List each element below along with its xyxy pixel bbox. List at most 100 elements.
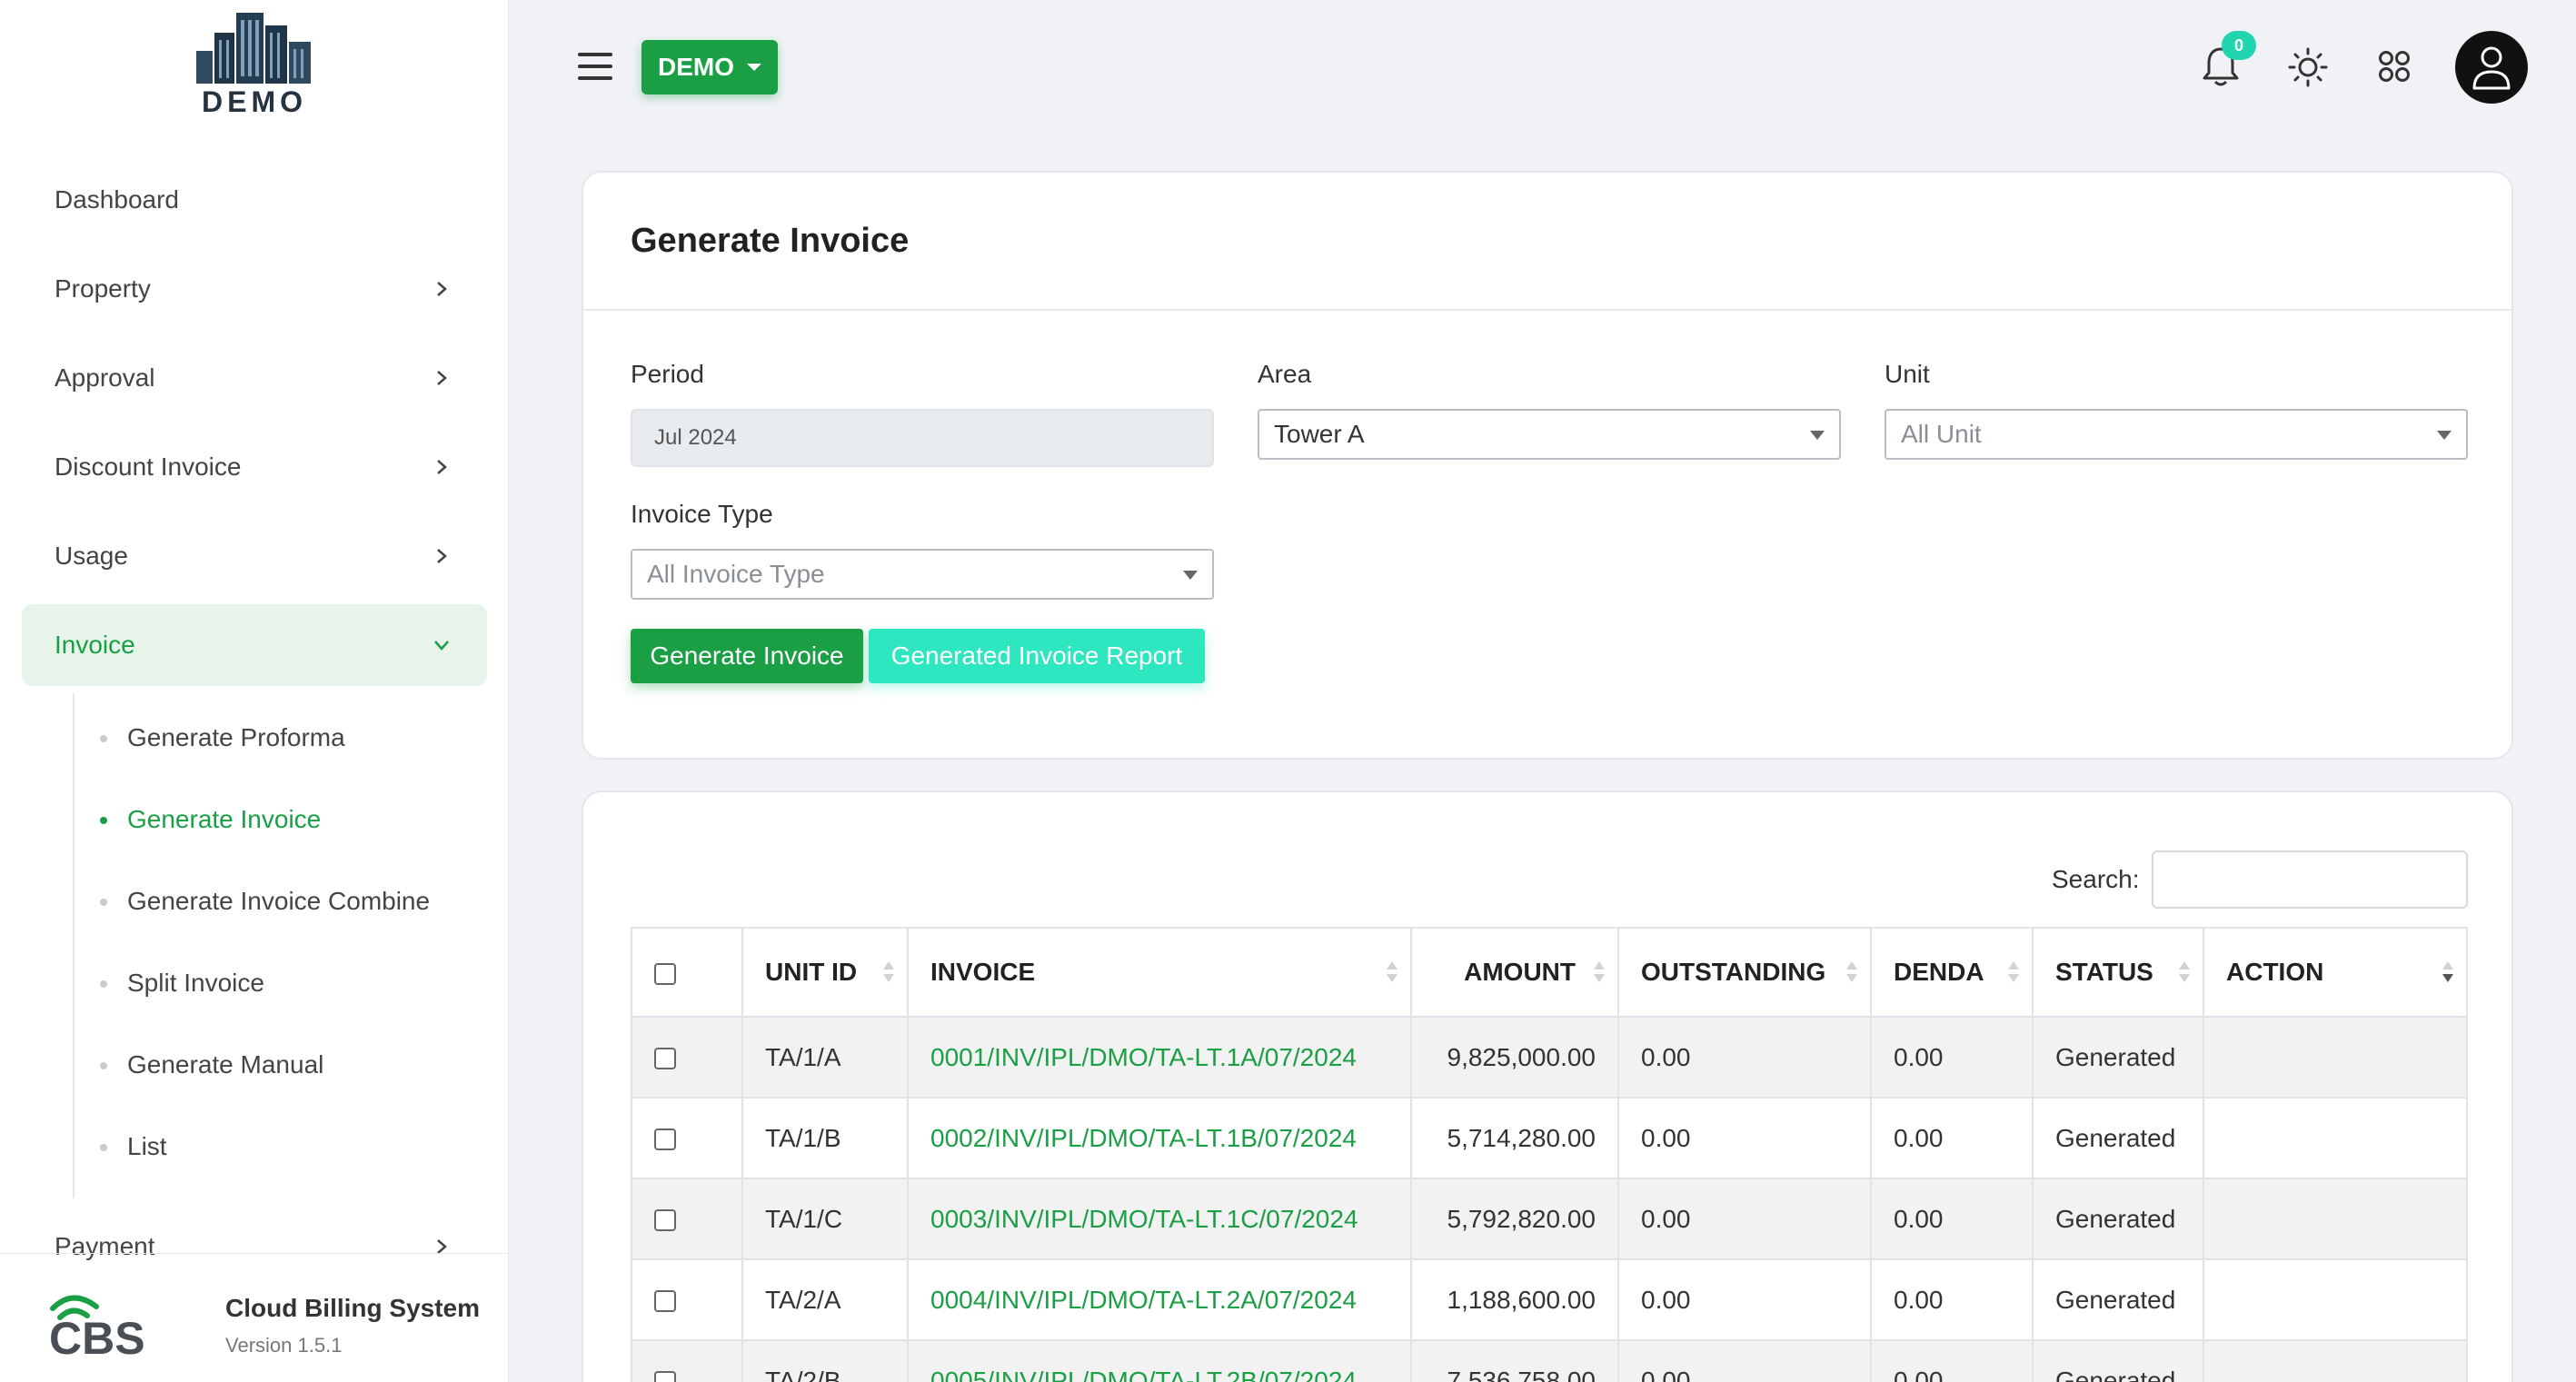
row-checkbox[interactable] [654,1128,676,1151]
sidebar-item-approval[interactable]: Approval [22,337,487,419]
svg-text:CBS: CBS [49,1313,145,1357]
generated-invoice-report-button[interactable]: Generated Invoice Report [869,629,1205,683]
submenu-item-generate-proforma[interactable]: Generate Proforma [75,697,487,779]
column-header-action[interactable]: ACTION [2203,927,2468,1018]
sidebar-item-invoice[interactable]: Invoice [22,604,487,686]
area-select[interactable]: Tower A [1258,409,1841,460]
unit-id-cell: TA/2/A [741,1258,909,1341]
sort-desc-icon [2442,961,2453,987]
submenu-item-list[interactable]: List [75,1106,487,1188]
row-checkbox[interactable] [654,1290,676,1313]
bullet-icon [100,899,107,906]
chevron-right-icon [429,365,454,391]
invoice-table-card: Search: UNIT ID INVOICE AMOUNT OUTSTANDI… [582,790,2513,1382]
column-header-unit-id[interactable]: UNIT ID [741,927,909,1018]
card-divider [583,309,2511,311]
sidebar-item-discount-invoice[interactable]: Discount Invoice [22,426,487,508]
sidebar-item-label: Discount Invoice [55,452,242,481]
column-header-label: AMOUNT [1464,958,1576,986]
company-dropdown-label: DEMO [658,53,734,81]
app-version: Version 1.5.1 [225,1334,343,1357]
submenu-item-split-invoice[interactable]: Split Invoice [75,942,487,1024]
sidebar-footer: CBS Cloud Billing System Version 1.5.1 [0,1253,509,1382]
invoice-type-select-value: All Invoice Type [647,560,825,588]
apps-grid-icon[interactable] [2377,49,2412,84]
brand-logo[interactable]: DEMO [182,9,327,127]
status-cell: Generated [2032,1097,2204,1179]
unit-id-cell: TA/1/A [741,1016,909,1099]
sidebar-menu: Dashboard Property Approval Discount Inv… [22,159,487,1295]
caret-down-icon [747,64,761,71]
notification-badge: 0 [2222,31,2256,60]
unit-select[interactable]: All Unit [1885,409,2468,460]
invoice-link[interactable]: 0005/INV/IPL/DMO/TA-LT.2B/07/2024 [930,1367,1357,1382]
invoice-submenu: Generate Proforma Generate Invoice Gener… [73,693,487,1198]
submenu-item-label: Split Invoice [127,969,264,997]
period-input[interactable]: Jul 2024 [631,409,1214,467]
row-checkbox[interactable] [654,1048,676,1070]
search-input[interactable] [2152,850,2468,909]
sidebar-item-dashboard[interactable]: Dashboard [22,159,487,241]
sort-icon [2179,961,2190,987]
sidebar-item-usage[interactable]: Usage [22,515,487,597]
column-header-label: STATUS [2055,958,2153,986]
invoice-table: UNIT ID INVOICE AMOUNT OUTSTANDING DENDA… [631,927,2468,1382]
amount-cell: 5,792,820.00 [1410,1178,1619,1260]
submenu-item-label: Generate Manual [127,1050,324,1079]
sort-icon [1594,961,1605,987]
action-cell [2203,1339,2468,1382]
amount-cell: 7,536,758.00 [1410,1339,1619,1382]
table-row: TA/1/B 0002/INV/IPL/DMO/TA-LT.1B/07/2024… [631,1097,2468,1179]
unit-select-value: All Unit [1901,420,1982,448]
chevron-right-icon [429,276,454,302]
action-cell [2203,1097,2468,1179]
sort-icon [1387,961,1397,987]
column-header-status[interactable]: STATUS [2032,927,2204,1018]
table-header-row: UNIT ID INVOICE AMOUNT OUTSTANDING DENDA… [631,927,2468,1018]
column-header-label: INVOICE [930,958,1036,986]
submenu-item-generate-invoice[interactable]: Generate Invoice [75,779,487,860]
search-label: Search: [2052,865,2140,893]
theme-toggle-sun-icon[interactable] [2288,47,2328,87]
table-row: TA/2/B 0005/INV/IPL/DMO/TA-LT.2B/07/2024… [631,1339,2468,1382]
column-header-outstanding[interactable]: OUTSTANDING [1617,927,1872,1018]
submenu-item-generate-manual[interactable]: Generate Manual [75,1024,487,1106]
bullet-icon [100,1062,107,1069]
generate-invoice-button[interactable]: Generate Invoice [631,629,863,683]
amount-cell: 5,714,280.00 [1410,1097,1619,1179]
invoice-type-select[interactable]: All Invoice Type [631,549,1214,600]
submenu-item-generate-invoice-combine[interactable]: Generate Invoice Combine [75,860,487,942]
row-checkbox[interactable] [654,1371,676,1382]
denda-cell: 0.00 [1870,1258,2034,1341]
outstanding-cell: 0.00 [1617,1339,1872,1382]
user-avatar[interactable] [2455,31,2528,104]
unit-id-cell: TA/1/C [741,1178,909,1260]
hamburger-menu-icon[interactable] [578,53,612,80]
period-label: Period [631,360,704,388]
app-name: Cloud Billing System [225,1294,481,1322]
submenu-item-label: Generate Invoice [127,805,322,833]
sort-icon [1846,961,1857,987]
company-dropdown-button[interactable]: DEMO [642,40,778,94]
invoice-link[interactable]: 0002/INV/IPL/DMO/TA-LT.1B/07/2024 [930,1124,1357,1152]
invoice-link[interactable]: 0003/INV/IPL/DMO/TA-LT.1C/07/2024 [930,1205,1358,1233]
sidebar-item-label: Invoice [55,631,135,659]
column-header-denda[interactable]: DENDA [1870,927,2034,1018]
generate-invoice-card: Generate Invoice Period Jul 2024 Area To… [582,171,2513,760]
invoice-link[interactable]: 0001/INV/IPL/DMO/TA-LT.1A/07/2024 [930,1043,1357,1071]
page-title: Generate Invoice [631,222,910,260]
row-checkbox[interactable] [654,1209,676,1232]
submenu-item-label: Generate Proforma [127,723,345,751]
column-header-invoice[interactable]: INVOICE [907,927,1412,1018]
invoice-link[interactable]: 0004/INV/IPL/DMO/TA-LT.2A/07/2024 [930,1286,1357,1314]
status-cell: Generated [2032,1178,2204,1260]
dropdown-arrow-icon [1183,571,1198,580]
sidebar-item-property[interactable]: Property [22,248,487,330]
column-header-amount[interactable]: AMOUNT [1410,927,1619,1018]
action-cell [2203,1016,2468,1099]
submenu-item-label: List [127,1132,167,1160]
column-header-label: UNIT ID [765,958,858,986]
select-all-checkbox[interactable] [654,962,676,985]
column-header-label: OUTSTANDING [1641,958,1826,986]
action-cell [2203,1178,2468,1260]
